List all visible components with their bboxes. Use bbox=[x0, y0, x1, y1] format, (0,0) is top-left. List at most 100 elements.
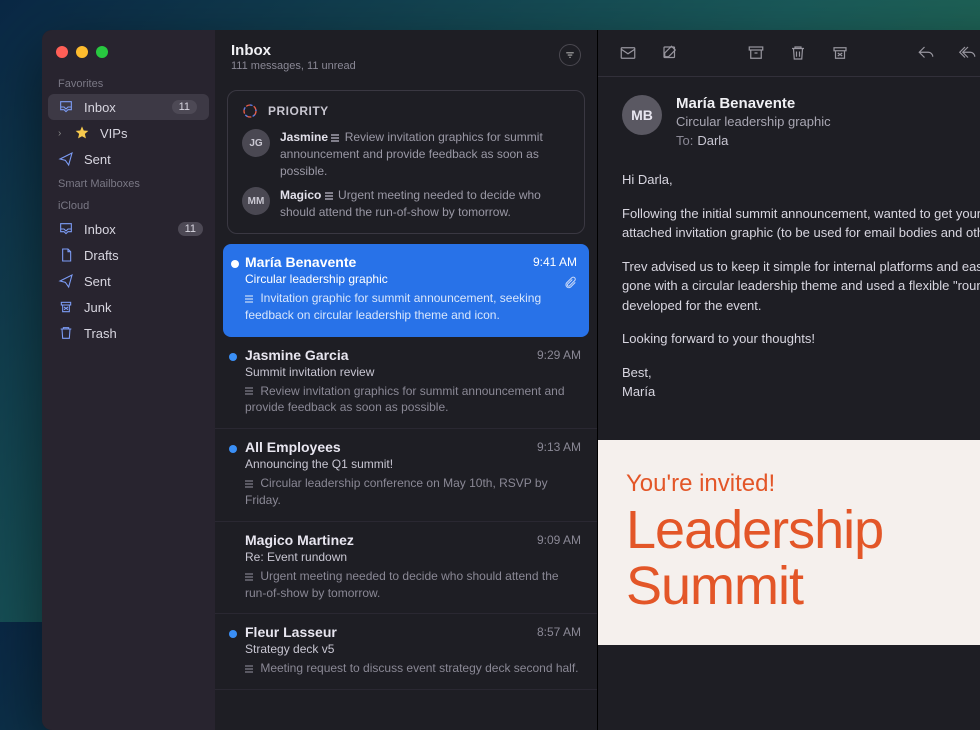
priority-icon bbox=[242, 103, 258, 119]
reply-icon[interactable] bbox=[916, 44, 936, 62]
reader-paragraph: Hi Darla, bbox=[622, 170, 980, 190]
message-preview: Urgent meeting needed to decide who shou… bbox=[245, 568, 581, 602]
message-preview: Invitation graphic for summit announceme… bbox=[245, 290, 577, 324]
reader-body: Hi Darla, Following the initial summit an… bbox=[598, 164, 980, 422]
unread-dot bbox=[231, 260, 239, 268]
priority-item[interactable]: JG Jasmine Review invitation graphics for… bbox=[242, 129, 570, 179]
message-subject: Announcing the Q1 summit! bbox=[245, 457, 581, 471]
reader-pane: MB María Benavente Circular leadership g… bbox=[597, 30, 980, 730]
invitation-attachment[interactable]: You're invited! Leadership Summit bbox=[598, 440, 980, 645]
message-list[interactable]: María Benavente9:41 AMCircular leadershi… bbox=[215, 244, 597, 730]
mailbox-subtitle: 111 messages, 11 unread bbox=[231, 60, 559, 72]
unread-dot bbox=[229, 353, 237, 361]
message-item[interactable]: Magico Martinez9:09 AMRe: Event rundown … bbox=[215, 522, 597, 615]
sidebar-item-vips[interactable]: › VIPs bbox=[42, 120, 215, 146]
window-controls bbox=[42, 38, 215, 72]
message-item[interactable]: Fleur Lasseur 8:57 AM Strategy deck v5 Mee… bbox=[215, 614, 597, 690]
reader-paragraph: Looking forward to your thoughts! bbox=[622, 329, 980, 349]
message-item[interactable]: All Employees9:13 AMAnnouncing the Q1 su… bbox=[215, 429, 597, 522]
invite-heading-small: You're invited! bbox=[626, 470, 980, 498]
sidebar-item-inbox[interactable]: Inbox 11 bbox=[42, 216, 215, 242]
mailbox-title: Inbox bbox=[231, 42, 559, 59]
summary-icon bbox=[245, 573, 255, 581]
sidebar-item-label: Drafts bbox=[84, 248, 119, 263]
unread-badge: 11 bbox=[178, 222, 203, 236]
sidebar-item-trash[interactable]: Trash bbox=[42, 320, 215, 346]
trash-icon[interactable] bbox=[788, 44, 808, 62]
message-list-pane: Inbox 111 messages, 11 unread PRIORITY J… bbox=[215, 30, 597, 730]
message-sender: Jasmine Garcia bbox=[245, 347, 349, 363]
message-subject: Re: Event rundown bbox=[245, 550, 581, 564]
sidebar-item-sent[interactable]: Sent bbox=[42, 146, 215, 172]
reader-subject: Circular leadership graphic bbox=[676, 114, 831, 129]
reader-to: To:Darla bbox=[676, 133, 831, 148]
message-item[interactable]: María Benavente9:41 AMCircular leadershi… bbox=[223, 244, 589, 337]
reply-all-icon[interactable] bbox=[958, 44, 978, 62]
junk-icon bbox=[58, 299, 74, 315]
attachment-icon bbox=[563, 276, 577, 290]
message-subject: Strategy deck v5 bbox=[245, 642, 581, 656]
summary-icon bbox=[331, 134, 341, 142]
reader-paragraph: Following the initial summit announcemen… bbox=[622, 204, 980, 243]
mail-window: FavoritesInbox11›VIPsSentSmart Mailboxes… bbox=[42, 30, 980, 730]
sidebar-item-label: Trash bbox=[84, 326, 117, 341]
summary-icon bbox=[325, 192, 335, 200]
unread-dot bbox=[229, 445, 237, 453]
sent-icon bbox=[58, 151, 74, 167]
maximize-window-button[interactable] bbox=[96, 46, 108, 58]
sidebar-item-label: Inbox bbox=[84, 222, 116, 237]
message-preview: Meeting request to discuss event strateg… bbox=[245, 660, 581, 677]
junk-icon[interactable] bbox=[830, 44, 850, 62]
priority-item[interactable]: MMMagico Urgent meeting needed to decide… bbox=[242, 187, 570, 221]
priority-card: PRIORITY JGJasmine Review invitation gra… bbox=[227, 90, 585, 234]
sidebar-item-junk[interactable]: Junk bbox=[42, 294, 215, 320]
sidebar-section-title: Favorites bbox=[42, 72, 215, 94]
summary-icon bbox=[245, 295, 255, 303]
message-time: 9:29 AM bbox=[537, 348, 581, 362]
sender-avatar: MB bbox=[622, 95, 662, 135]
message-subject: Summit invitation review bbox=[245, 365, 581, 379]
message-sender: Fleur Lasseur bbox=[245, 624, 337, 640]
message-sender: María Benavente bbox=[245, 254, 356, 270]
trash-icon bbox=[58, 325, 74, 341]
summary-icon bbox=[245, 387, 255, 395]
inbox-icon bbox=[58, 221, 74, 237]
sidebar-item-drafts[interactable]: Drafts bbox=[42, 242, 215, 268]
invite-heading-line2: Summit bbox=[626, 558, 980, 615]
star-icon bbox=[74, 125, 90, 141]
message-sender: Magico Martinez bbox=[245, 532, 354, 548]
sidebar-item-label: Inbox bbox=[84, 100, 116, 115]
sidebar-item-label: Sent bbox=[84, 274, 111, 289]
chevron-right-icon: › bbox=[58, 128, 68, 139]
envelope-icon[interactable] bbox=[618, 44, 638, 62]
priority-avatar: JG bbox=[242, 129, 270, 157]
summary-icon bbox=[245, 480, 255, 488]
message-item[interactable]: Jasmine Garcia 9:29 AM Summit invitation r… bbox=[215, 337, 597, 430]
close-window-button[interactable] bbox=[56, 46, 68, 58]
message-subject: Circular leadership graphic bbox=[245, 272, 577, 286]
unread-dot bbox=[229, 630, 237, 638]
reader-paragraph: Best,María bbox=[622, 363, 980, 402]
priority-text: Jasmine Review invitation graphics for s… bbox=[280, 129, 570, 179]
inbox-icon bbox=[58, 99, 74, 115]
reader-from: María Benavente bbox=[676, 95, 831, 112]
filter-button[interactable] bbox=[559, 44, 581, 66]
sidebar-item-sent[interactable]: Sent bbox=[42, 268, 215, 294]
sidebar-item-label: Sent bbox=[84, 152, 111, 167]
message-time: 8:57 AM bbox=[537, 625, 581, 639]
archive-icon[interactable] bbox=[746, 44, 766, 62]
minimize-window-button[interactable] bbox=[76, 46, 88, 58]
compose-icon[interactable] bbox=[660, 44, 680, 62]
sidebar: FavoritesInbox11›VIPsSentSmart Mailboxes… bbox=[42, 30, 215, 730]
message-preview: Review invitation graphics for summit an… bbox=[245, 383, 581, 417]
reader-toolbar bbox=[598, 30, 980, 77]
invite-heading-line1: Leadership bbox=[626, 502, 980, 559]
summary-icon bbox=[245, 665, 255, 673]
sidebar-item-label: VIPs bbox=[100, 126, 127, 141]
message-preview: Circular leadership conference on May 10… bbox=[245, 475, 581, 509]
sidebar-section-title: iCloud bbox=[42, 194, 215, 216]
sidebar-item-inbox[interactable]: Inbox11 bbox=[48, 94, 209, 120]
priority-text: Magico Urgent meeting needed to decide w… bbox=[280, 187, 570, 221]
message-time: 9:13 AM bbox=[537, 440, 581, 454]
sidebar-item-label: Junk bbox=[84, 300, 111, 315]
